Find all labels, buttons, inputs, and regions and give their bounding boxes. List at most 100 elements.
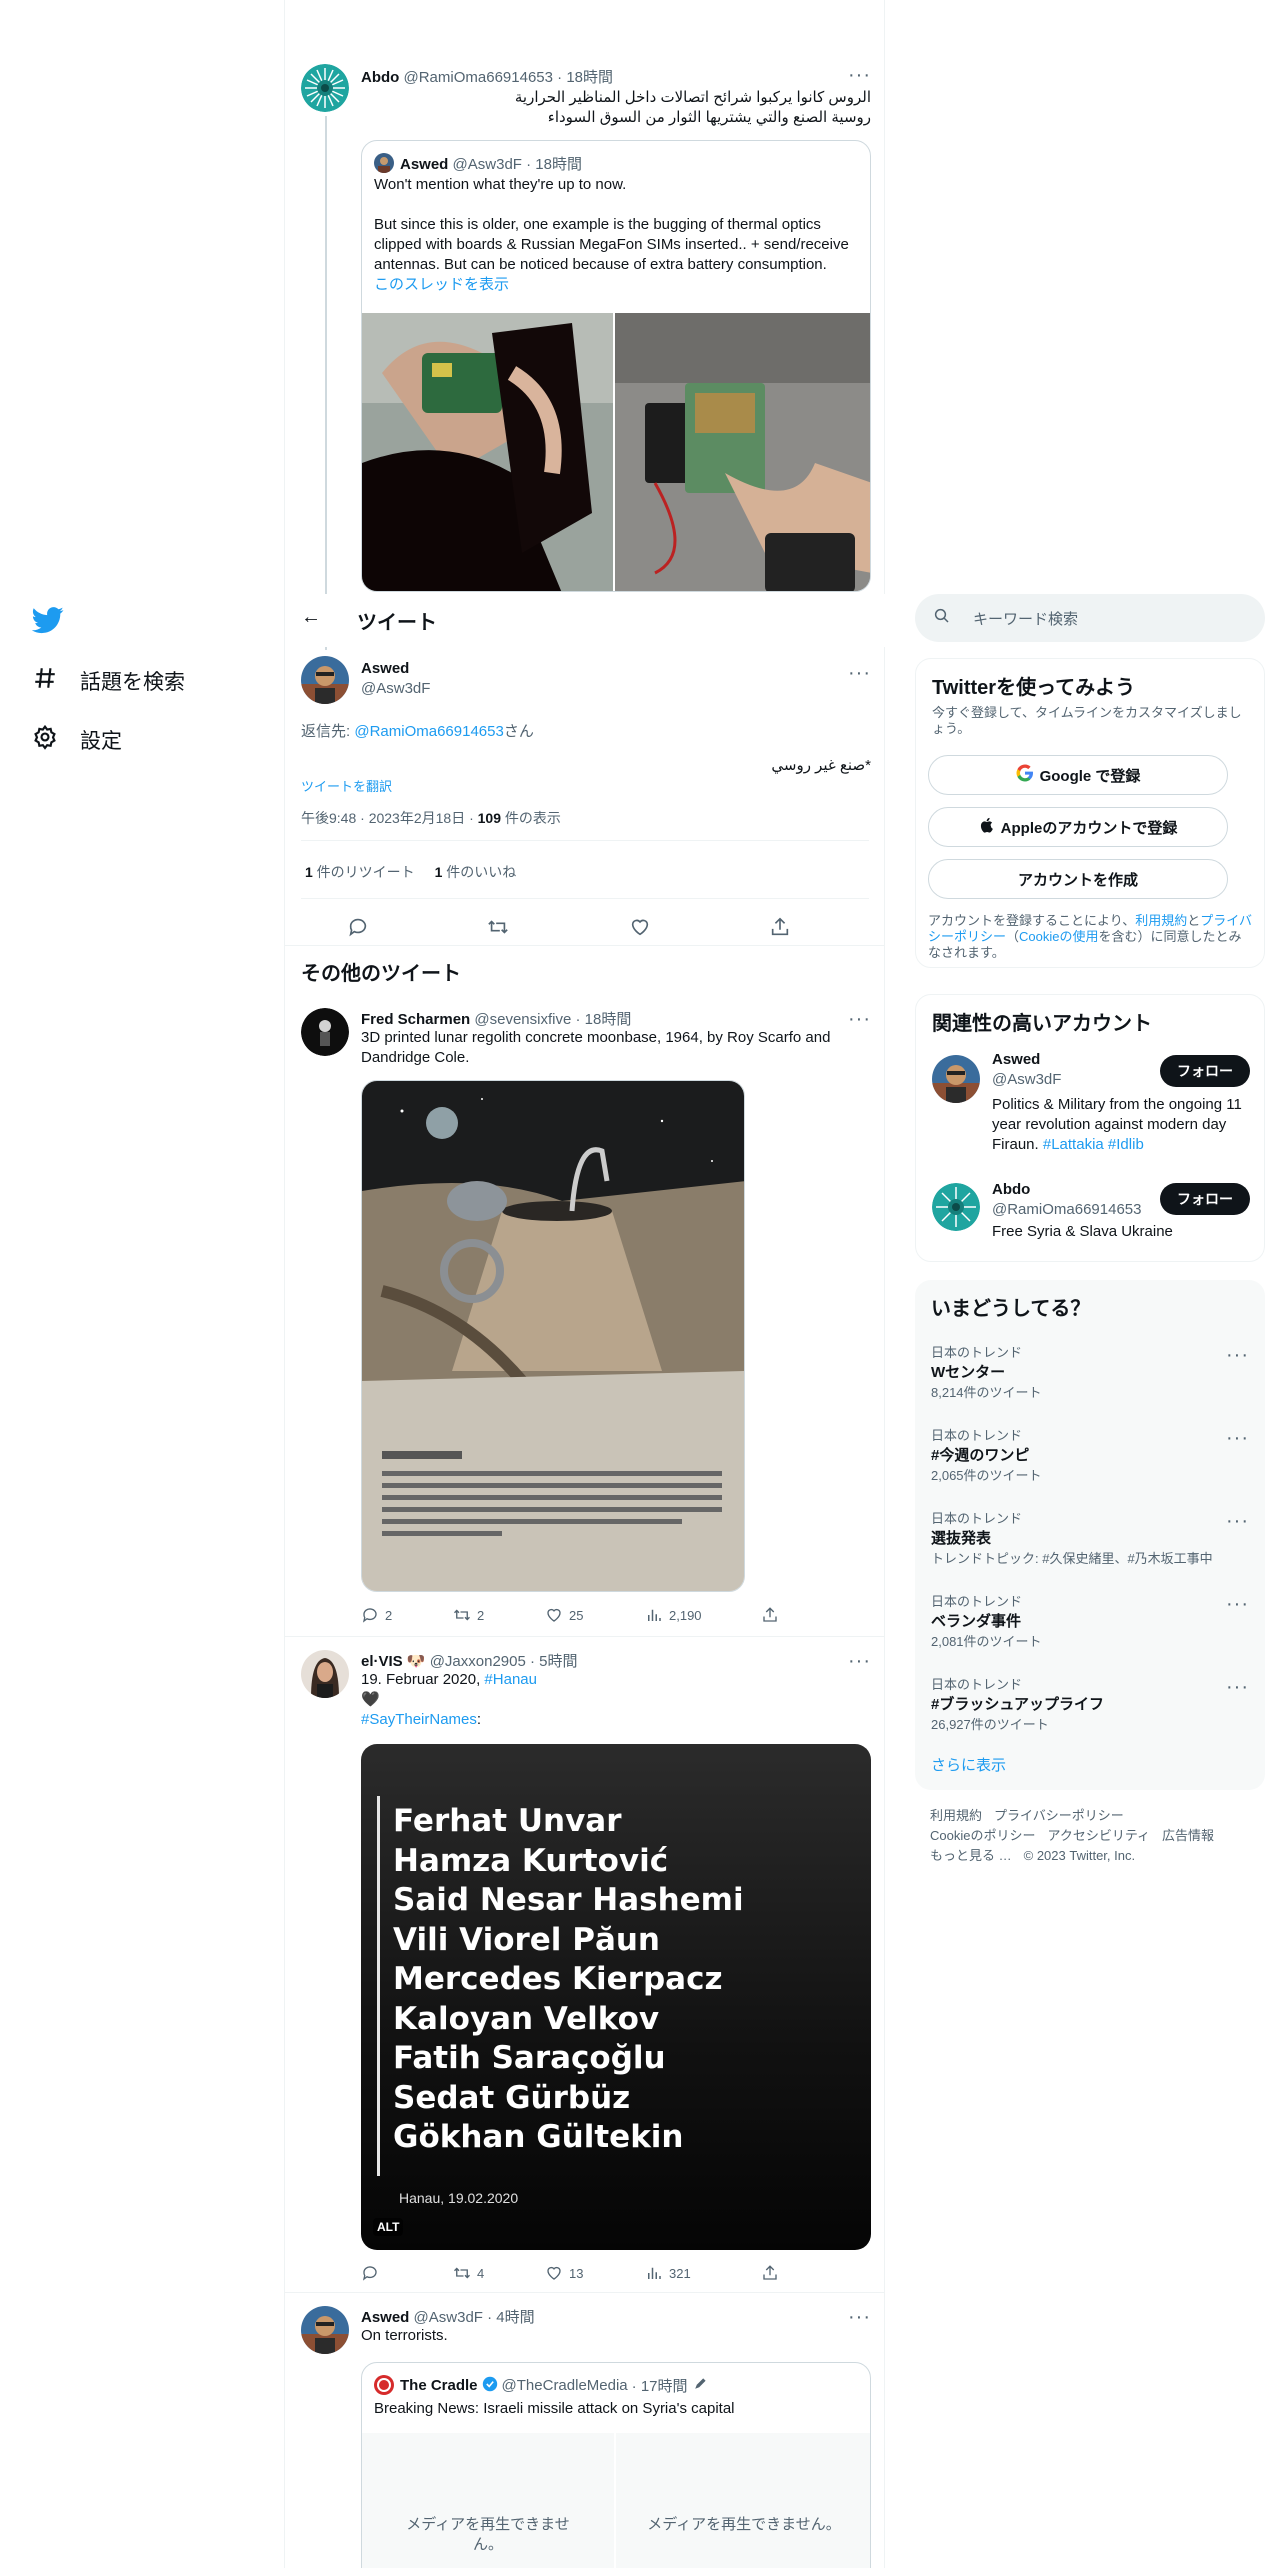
retweet-button[interactable]: 4 bbox=[453, 2264, 545, 2282]
retweets-stat[interactable]: 1 件のリツイート bbox=[305, 864, 415, 880]
display-name[interactable]: Aswed bbox=[361, 2309, 409, 2326]
hashtag-link[interactable]: #Hanau bbox=[484, 1671, 537, 1688]
more-options-icon[interactable]: ··· bbox=[848, 1651, 871, 1671]
hashtag-link[interactable]: #SayTheirNames bbox=[361, 1711, 477, 1728]
google-signup-button[interactable]: Google で登録 bbox=[928, 755, 1228, 795]
tweet-aswed[interactable]: Aswed @Asw3dF · 4時間 ··· On terrorists. T… bbox=[285, 2304, 885, 2568]
more-options-icon[interactable]: ··· bbox=[848, 2307, 871, 2327]
timestamp[interactable]: · 4時間 bbox=[487, 2309, 535, 2326]
more-options-icon[interactable]: ··· bbox=[1226, 1594, 1249, 1614]
handle[interactable]: @Jaxxon2905 bbox=[430, 1653, 526, 1670]
tweet-fred[interactable]: Fred Scharmen @sevensixfive · 18時間 ··· 3… bbox=[285, 1004, 885, 1636]
handle[interactable]: @RamiOma66914653 bbox=[992, 1201, 1141, 1218]
hashtag-link[interactable]: #Idlib bbox=[1108, 1136, 1144, 1153]
retweet-button[interactable]: 2 bbox=[453, 1606, 545, 1624]
trend-item[interactable]: 日本のトレンド ベランダ事件 2,081件のツイート ··· bbox=[915, 1585, 1265, 1668]
like-button[interactable]: 13 bbox=[545, 2264, 645, 2282]
avatar[interactable] bbox=[932, 1055, 980, 1103]
trend-item[interactable]: 日本のトレンド 選抜発表 トレンドトピック: #久保史緒里、#乃木坂工事中 ··· bbox=[915, 1502, 1265, 1585]
retweet-icon[interactable] bbox=[487, 916, 509, 943]
more-options-icon[interactable]: ··· bbox=[1226, 1511, 1249, 1531]
handle[interactable]: @Asw3dF bbox=[414, 2309, 483, 2326]
footer-privacy-link[interactable]: プライバシーポリシー bbox=[994, 1808, 1124, 1823]
reply-icon[interactable] bbox=[347, 916, 369, 943]
display-name[interactable]: Fred Scharmen bbox=[361, 1011, 470, 1028]
apple-signup-button[interactable]: Appleのアカウントで登録 bbox=[928, 807, 1228, 847]
reply-suffix: さん bbox=[503, 723, 534, 740]
quote-image-right[interactable] bbox=[615, 313, 870, 591]
nav-settings[interactable]: 設定 bbox=[32, 724, 122, 756]
timestamp[interactable]: · 18時間 bbox=[576, 1011, 632, 1028]
share-button[interactable] bbox=[761, 1606, 779, 1624]
footer-terms-link[interactable]: 利用規約 bbox=[930, 1808, 982, 1823]
trend-item[interactable]: 日本のトレンド #今週のワンピ 2,065件のツイート ··· bbox=[915, 1419, 1265, 1502]
related-account[interactable]: Abdo @RamiOma66914653 フォロー Free Syria & … bbox=[916, 1173, 1266, 1253]
display-name[interactable]: Abdo bbox=[361, 69, 399, 86]
nav-explore[interactable]: 話題を検索 bbox=[32, 665, 185, 697]
tweet-image[interactable]: Ferhat Unvar Hamza Kurtović Said Nesar Has… bbox=[361, 1744, 871, 2250]
more-options-icon[interactable]: ··· bbox=[1226, 1677, 1249, 1697]
handle[interactable]: @Asw3dF bbox=[992, 1071, 1061, 1088]
avatar[interactable] bbox=[301, 1008, 349, 1056]
related-account[interactable]: Aswed @Asw3dF フォロー Politics & Military f… bbox=[916, 1045, 1266, 1165]
search-input[interactable]: キーワード検索 bbox=[915, 594, 1265, 642]
follow-button[interactable]: フォロー bbox=[1160, 1055, 1250, 1087]
footer-ads-link[interactable]: 広告情報 bbox=[1162, 1828, 1214, 1843]
display-name[interactable]: Abdo bbox=[992, 1181, 1030, 1198]
tweet-image[interactable] bbox=[361, 1080, 745, 1592]
avatar[interactable] bbox=[301, 656, 349, 704]
reply-button[interactable] bbox=[361, 2264, 453, 2282]
quote-tweet[interactable]: The Cradle @TheCradleMedia · 17時間 Breaki… bbox=[361, 2362, 871, 2568]
search-placeholder: キーワード検索 bbox=[973, 610, 1079, 628]
thread-parent-tweet[interactable]: Abdo @RamiOma66914653 · 18時間 ··· الروس ك… bbox=[285, 60, 885, 650]
avatar[interactable] bbox=[301, 1650, 349, 1698]
create-account-button[interactable]: アカウントを作成 bbox=[928, 859, 1228, 899]
like-icon[interactable] bbox=[629, 916, 651, 943]
more-options-icon[interactable]: ··· bbox=[848, 65, 871, 85]
reply-handle-link[interactable]: @RamiOma66914653 bbox=[354, 723, 503, 740]
display-name[interactable]: Aswed bbox=[992, 1051, 1040, 1068]
display-name[interactable]: el·VIS 🐶 bbox=[361, 1653, 426, 1670]
cookie-link[interactable]: Cookieの使用 bbox=[1019, 929, 1098, 944]
media-placeholder[interactable]: メディアを再生できません。 bbox=[362, 2433, 614, 2568]
timestamp[interactable]: · 18時間 bbox=[557, 69, 613, 86]
footer-accessibility-link[interactable]: アクセシビリティ bbox=[1047, 1828, 1150, 1843]
handle[interactable]: @RamiOma66914653 bbox=[404, 69, 553, 86]
more-options-icon[interactable]: ··· bbox=[848, 1009, 871, 1029]
timestamp[interactable]: · 5時間 bbox=[530, 1653, 578, 1670]
views-button[interactable]: 2,190 bbox=[645, 1606, 761, 1624]
handle[interactable]: @Asw3dF bbox=[361, 680, 430, 697]
show-thread-link[interactable]: このスレッドを表示 bbox=[374, 275, 860, 295]
more-options-icon[interactable]: ··· bbox=[1226, 1428, 1249, 1448]
avatar[interactable] bbox=[932, 1183, 980, 1231]
trend-item[interactable]: 日本のトレンド Wセンター 8,214件のツイート ··· bbox=[915, 1336, 1265, 1419]
more-options-icon[interactable]: ··· bbox=[1226, 1345, 1249, 1365]
share-icon[interactable] bbox=[769, 916, 791, 943]
avatar[interactable] bbox=[301, 64, 349, 112]
alt-badge[interactable]: ALT bbox=[373, 2218, 404, 2236]
follow-button[interactable]: フォロー bbox=[1160, 1183, 1250, 1215]
twitter-logo-icon[interactable] bbox=[31, 604, 64, 636]
handle[interactable]: @sevensixfive bbox=[474, 1011, 571, 1028]
translate-link[interactable]: ツイートを翻訳 bbox=[301, 776, 392, 795]
media-placeholder[interactable]: メディアを再生できません。 bbox=[616, 2433, 870, 2568]
show-more-trends-link[interactable]: さらに表示 bbox=[931, 1754, 1006, 1775]
reply-button[interactable]: 2 bbox=[361, 1606, 453, 1624]
more-options-icon[interactable]: ··· bbox=[848, 663, 871, 683]
quote-image-left[interactable] bbox=[362, 313, 613, 591]
views-button[interactable]: 321 bbox=[645, 2264, 761, 2282]
share-button[interactable] bbox=[761, 2264, 779, 2282]
tweet-timestamp[interactable]: 午後9:48 · 2023年2月18日 · bbox=[301, 810, 478, 826]
footer-more-link[interactable]: もっと見る … bbox=[930, 1848, 1012, 1863]
back-arrow-icon[interactable]: ← bbox=[301, 606, 321, 629]
likes-stat[interactable]: 1 件のいいね bbox=[435, 864, 517, 880]
display-name[interactable]: Aswed bbox=[361, 660, 409, 677]
hashtag-link[interactable]: #Lattakia bbox=[1043, 1136, 1104, 1153]
footer-cookies-link[interactable]: Cookieのポリシー bbox=[930, 1828, 1035, 1843]
terms-link[interactable]: 利用規約 bbox=[1135, 913, 1187, 928]
trend-item[interactable]: 日本のトレンド #ブラッシュアップライフ 26,927件のツイート ··· bbox=[915, 1668, 1265, 1751]
tweet-elvis[interactable]: el·VIS 🐶 @Jaxxon2905 · 5時間 ··· 19. Febru… bbox=[285, 1648, 885, 2288]
like-button[interactable]: 25 bbox=[545, 1606, 645, 1624]
quote-tweet[interactable]: Aswed @Asw3dF · 18時間 Won't mention what … bbox=[361, 140, 871, 592]
avatar[interactable] bbox=[301, 2306, 349, 2354]
